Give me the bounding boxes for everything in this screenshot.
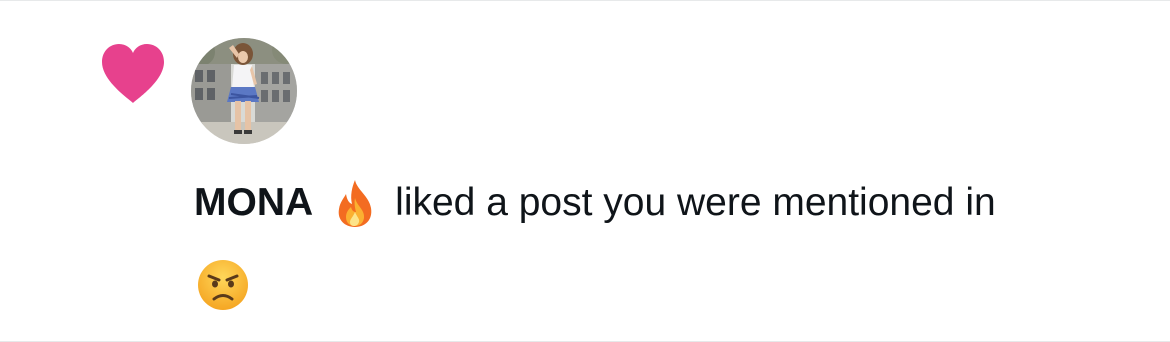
avatar-photo <box>191 38 297 144</box>
angry-face-icon <box>198 260 248 310</box>
notification-text: MONA liked a post you were mentioned in <box>194 177 996 229</box>
like-notification[interactable]: MONA liked a post you were mentioned in <box>0 0 1170 342</box>
actor-name[interactable]: MONA <box>194 177 313 229</box>
fire-icon <box>338 180 372 227</box>
action-text: liked a post you were mentioned in <box>395 181 996 224</box>
heart-icon <box>102 44 164 103</box>
avatar[interactable] <box>191 38 297 144</box>
